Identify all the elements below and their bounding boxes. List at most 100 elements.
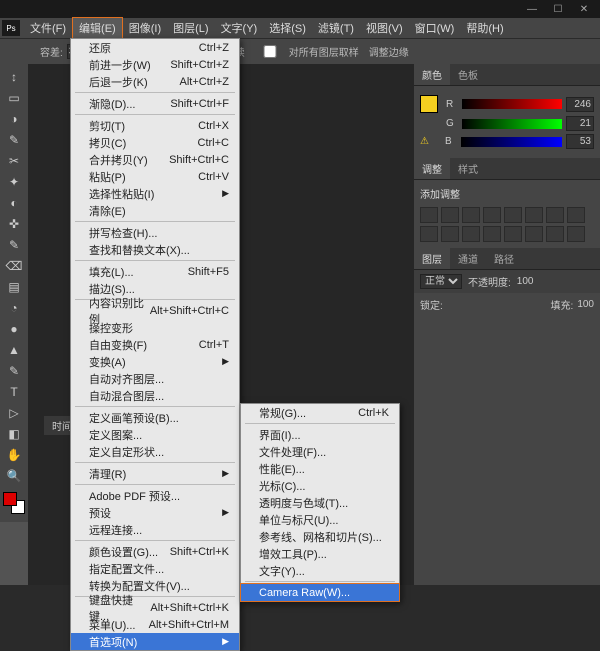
tool-13[interactable]: ▲ xyxy=(2,340,26,360)
tool-1[interactable]: ▭ xyxy=(2,88,26,108)
menu-filter[interactable]: 滤镜(T) xyxy=(312,18,360,38)
edit-menu-item[interactable]: 清理(R)▶ xyxy=(71,465,239,482)
swatches-tab[interactable]: 色板 xyxy=(450,64,486,85)
edit-menu-item[interactable]: 菜单(U)...Alt+Shift+Ctrl+M xyxy=(71,616,239,633)
adjustment-icon[interactable] xyxy=(546,226,564,242)
edit-menu-item[interactable]: 远程连接... xyxy=(71,521,239,538)
tool-11[interactable]: ◔ xyxy=(2,298,26,318)
prefs-menu-item[interactable]: 文字(Y)... xyxy=(241,562,399,579)
edit-menu-item[interactable]: 前进一步(W)Shift+Ctrl+Z xyxy=(71,56,239,73)
edit-menu-item[interactable]: 填充(L)...Shift+F5 xyxy=(71,263,239,280)
prefs-menu-item[interactable]: Camera Raw(W)... xyxy=(241,584,399,601)
edit-menu-item[interactable]: 拷贝(C)Ctrl+C xyxy=(71,134,239,151)
close-button[interactable]: ✕ xyxy=(572,2,596,16)
g-value[interactable]: 21 xyxy=(566,116,594,131)
adjustment-icon[interactable] xyxy=(525,226,543,242)
tool-10[interactable]: ▤ xyxy=(2,277,26,297)
adjustment-icon[interactable] xyxy=(525,207,543,223)
edit-menu-item[interactable]: 定义画笔预设(B)... xyxy=(71,409,239,426)
r-slider[interactable] xyxy=(462,99,562,109)
tool-18[interactable]: ✋ xyxy=(2,445,26,465)
tool-14[interactable]: ✎ xyxy=(2,361,26,381)
menu-select[interactable]: 选择(S) xyxy=(263,18,312,38)
adjustment-icon[interactable] xyxy=(567,207,585,223)
prefs-menu-item[interactable]: 光标(C)... xyxy=(241,477,399,494)
tool-8[interactable]: ✎ xyxy=(2,235,26,255)
edit-menu-item[interactable]: 操控变形 xyxy=(71,319,239,336)
adjustment-icon[interactable] xyxy=(462,226,480,242)
r-value[interactable]: 246 xyxy=(566,97,594,112)
edit-menu-item[interactable]: 渐隐(D)...Shift+Ctrl+F xyxy=(71,95,239,112)
adjustment-icon[interactable] xyxy=(504,207,522,223)
edit-menu-item[interactable]: 自动对齐图层... xyxy=(71,370,239,387)
edit-menu-item[interactable]: 颜色设置(G)...Shift+Ctrl+K xyxy=(71,543,239,560)
edit-menu-item[interactable]: 首选项(N)▶ xyxy=(71,633,239,650)
edit-menu-item[interactable]: 键盘快捷键...Alt+Shift+Ctrl+K xyxy=(71,599,239,616)
foreground-color-swatch[interactable] xyxy=(420,95,438,113)
adjustment-icon[interactable] xyxy=(441,207,459,223)
b-value[interactable]: 53 xyxy=(566,134,594,149)
fill-value[interactable]: 100 xyxy=(577,299,594,310)
edit-menu-item[interactable]: 自动混合图层... xyxy=(71,387,239,404)
styles-tab[interactable]: 样式 xyxy=(450,158,486,179)
edit-menu-item[interactable]: 查找和替换文本(X)... xyxy=(71,241,239,258)
menu-window[interactable]: 窗口(W) xyxy=(409,18,461,38)
edit-menu-item[interactable]: 剪切(T)Ctrl+X xyxy=(71,117,239,134)
blend-mode-select[interactable]: 正常 xyxy=(420,274,462,289)
tool-4[interactable]: ✂ xyxy=(2,151,26,171)
tool-0[interactable]: ↕ xyxy=(2,67,26,87)
edit-menu-item[interactable]: 后退一步(K)Alt+Ctrl+Z xyxy=(71,73,239,90)
prefs-menu-item[interactable]: 界面(I)... xyxy=(241,426,399,443)
edit-menu-item[interactable]: Adobe PDF 预设... xyxy=(71,487,239,504)
prefs-menu-item[interactable]: 单位与标尺(U)... xyxy=(241,511,399,528)
tool-6[interactable]: ◐ xyxy=(2,193,26,213)
menu-file[interactable]: 文件(F) xyxy=(24,18,72,38)
prefs-menu-item[interactable]: 透明度与色域(T)... xyxy=(241,494,399,511)
menu-view[interactable]: 视图(V) xyxy=(360,18,409,38)
paths-tab[interactable]: 路径 xyxy=(486,248,522,269)
prefs-menu-item[interactable]: 常规(G)...Ctrl+K xyxy=(241,404,399,421)
tool-12[interactable]: ● xyxy=(2,319,26,339)
tool-9[interactable]: ⌫ xyxy=(2,256,26,276)
adjustment-icon[interactable] xyxy=(567,226,585,242)
prefs-menu-item[interactable]: 参考线、网格和切片(S)... xyxy=(241,528,399,545)
all-layers-checkbox[interactable] xyxy=(255,45,285,58)
menu-help[interactable]: 帮助(H) xyxy=(460,18,509,38)
adjustment-icon[interactable] xyxy=(504,226,522,242)
prefs-menu-item[interactable]: 文件处理(F)... xyxy=(241,443,399,460)
b-slider[interactable] xyxy=(461,137,562,147)
adjustment-icon[interactable] xyxy=(462,207,480,223)
edit-menu-item[interactable]: 还原Ctrl+Z xyxy=(71,39,239,56)
edit-menu-item[interactable]: 自由变换(F)Ctrl+T xyxy=(71,336,239,353)
edit-menu-item[interactable]: 清除(E) xyxy=(71,202,239,219)
edit-menu-item[interactable]: 粘贴(P)Ctrl+V xyxy=(71,168,239,185)
color-swatches[interactable] xyxy=(3,492,25,514)
tool-16[interactable]: ▷ xyxy=(2,403,26,423)
tool-5[interactable]: ✦ xyxy=(2,172,26,192)
prefs-menu-item[interactable]: 性能(E)... xyxy=(241,460,399,477)
menu-image[interactable]: 图像(I) xyxy=(123,18,167,38)
channels-tab[interactable]: 通道 xyxy=(450,248,486,269)
adjustments-tab[interactable]: 调整 xyxy=(414,158,450,179)
tool-15[interactable]: T xyxy=(2,382,26,402)
edit-menu-item[interactable]: 拼写检查(H)... xyxy=(71,224,239,241)
adjustment-icon[interactable] xyxy=(420,207,438,223)
adjustment-icon[interactable] xyxy=(420,226,438,242)
maximize-button[interactable]: ☐ xyxy=(546,2,570,16)
edit-menu-item[interactable]: 变换(A)▶ xyxy=(71,353,239,370)
tool-19[interactable]: 🔍 xyxy=(2,466,26,486)
minimize-button[interactable]: — xyxy=(520,2,544,16)
edit-menu-item[interactable]: 选择性粘贴(I)▶ xyxy=(71,185,239,202)
g-slider[interactable] xyxy=(462,119,562,129)
adjustment-icon[interactable] xyxy=(483,207,501,223)
adjustment-icon[interactable] xyxy=(546,207,564,223)
menu-edit[interactable]: 编辑(E) xyxy=(72,17,123,39)
tool-3[interactable]: ✎ xyxy=(2,130,26,150)
tool-17[interactable]: ◧ xyxy=(2,424,26,444)
adjustment-icon[interactable] xyxy=(441,226,459,242)
edit-menu-item[interactable]: 预设▶ xyxy=(71,504,239,521)
edit-menu-item[interactable]: 合并拷贝(Y)Shift+Ctrl+C xyxy=(71,151,239,168)
adjustment-icon[interactable] xyxy=(483,226,501,242)
opacity-value[interactable]: 100 xyxy=(517,276,534,287)
color-tab[interactable]: 颜色 xyxy=(414,64,450,85)
